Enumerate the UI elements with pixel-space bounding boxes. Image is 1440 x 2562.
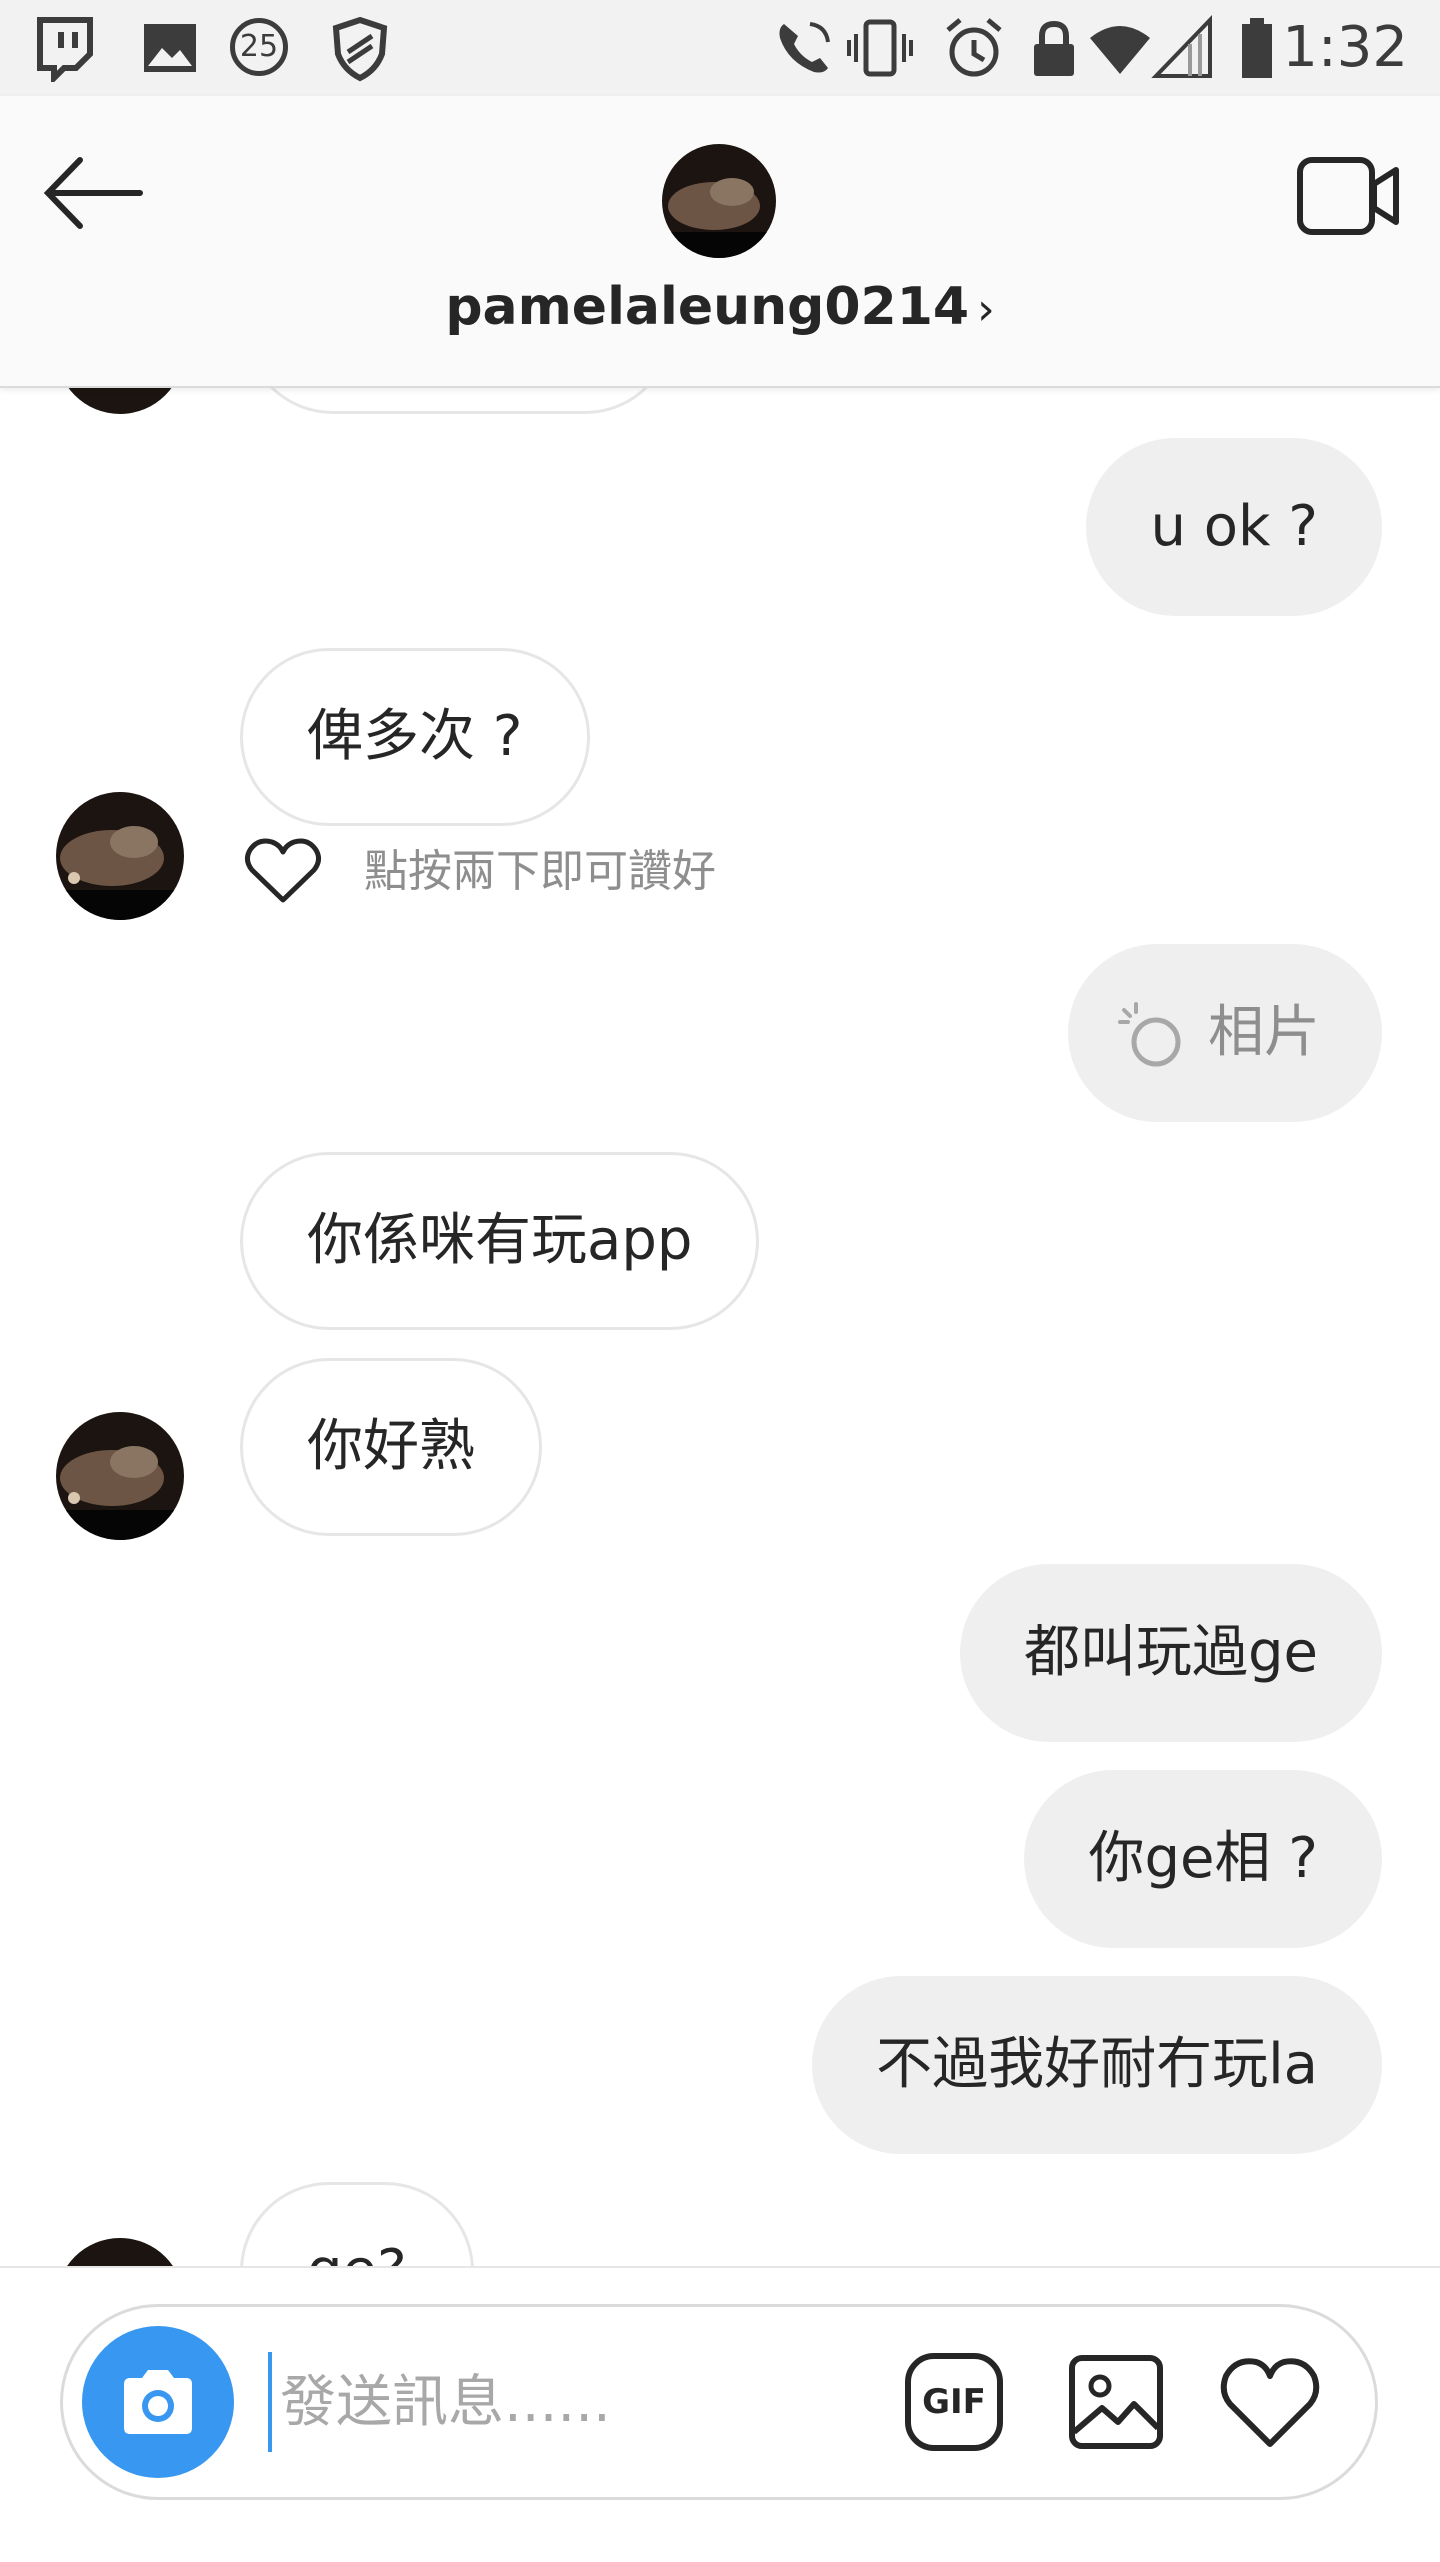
message-bubble-outgoing[interactable]: 不過我好耐冇玩la: [812, 1976, 1382, 2154]
message-bubble-incoming-partial[interactable]: ge?: [240, 2182, 474, 2266]
header-avatar[interactable]: [662, 144, 776, 258]
message-bubble-incoming[interactable]: 你好熟: [240, 1358, 542, 1536]
message-list[interactable]: u ok ? 俾多次 ? 點按兩下即可讚好 相片 你係咪有玩app 你好熟 都叫…: [0, 386, 1440, 2266]
vibrate-icon: [847, 19, 913, 77]
message-input[interactable]: [268, 2352, 900, 2452]
contact-avatar[interactable]: [56, 1412, 184, 1540]
video-call-icon[interactable]: [1296, 154, 1402, 238]
contact-avatar[interactable]: [56, 386, 184, 414]
message-bubble-outgoing[interactable]: u ok ?: [1086, 438, 1382, 616]
heart-icon[interactable]: [1218, 2352, 1322, 2452]
message-bubble-incoming[interactable]: 你係咪有玩app: [240, 1152, 760, 1330]
contact-avatar[interactable]: [56, 792, 184, 920]
camera-icon: [124, 2370, 192, 2434]
contact-avatar[interactable]: [56, 2238, 184, 2266]
status-time: 1:32: [1282, 15, 1408, 80]
back-arrow-icon[interactable]: [40, 148, 150, 238]
signal-icon: [1151, 15, 1212, 78]
like-heart-icon[interactable]: [244, 836, 322, 906]
message-bubble-outgoing[interactable]: 都叫玩過ge: [960, 1564, 1382, 1742]
shield-icon: [332, 16, 388, 82]
call-icon: [779, 22, 830, 73]
chat-header: pamelaleung0214 ›: [0, 96, 1440, 388]
message-bubble-incoming[interactable]: 俾多次 ?: [240, 648, 590, 826]
alarm-icon: [946, 18, 1002, 77]
gallery-icon[interactable]: [1066, 2352, 1166, 2452]
photo-label: 相片: [1208, 1000, 1320, 1065]
gif-label: GIF: [922, 2382, 986, 2422]
photo-expired-icon: [1118, 1002, 1181, 1067]
chevron-right-icon: ›: [977, 284, 995, 335]
message-composer: GIF: [0, 2266, 1440, 2562]
twitch-icon: [37, 17, 93, 82]
gif-button[interactable]: GIF: [904, 2352, 1004, 2452]
wifi-icon: [1090, 26, 1150, 74]
double-tap-hint: 點按兩下即可讚好: [364, 846, 716, 897]
message-bubble-incoming-partial[interactable]: [244, 386, 674, 414]
username-text: pamelaleung0214: [445, 277, 970, 337]
header-username[interactable]: pamelaleung0214 ›: [0, 272, 1440, 345]
message-bubble-outgoing[interactable]: 你ge相 ?: [1024, 1770, 1382, 1948]
notification-badge: 25: [230, 18, 288, 76]
camera-button[interactable]: [82, 2326, 234, 2478]
status-bar: 25 1:32: [0, 0, 1440, 96]
lock-icon: [1034, 20, 1074, 76]
image-icon: [144, 24, 196, 72]
message-bubble-photo[interactable]: 相片: [1068, 944, 1382, 1122]
